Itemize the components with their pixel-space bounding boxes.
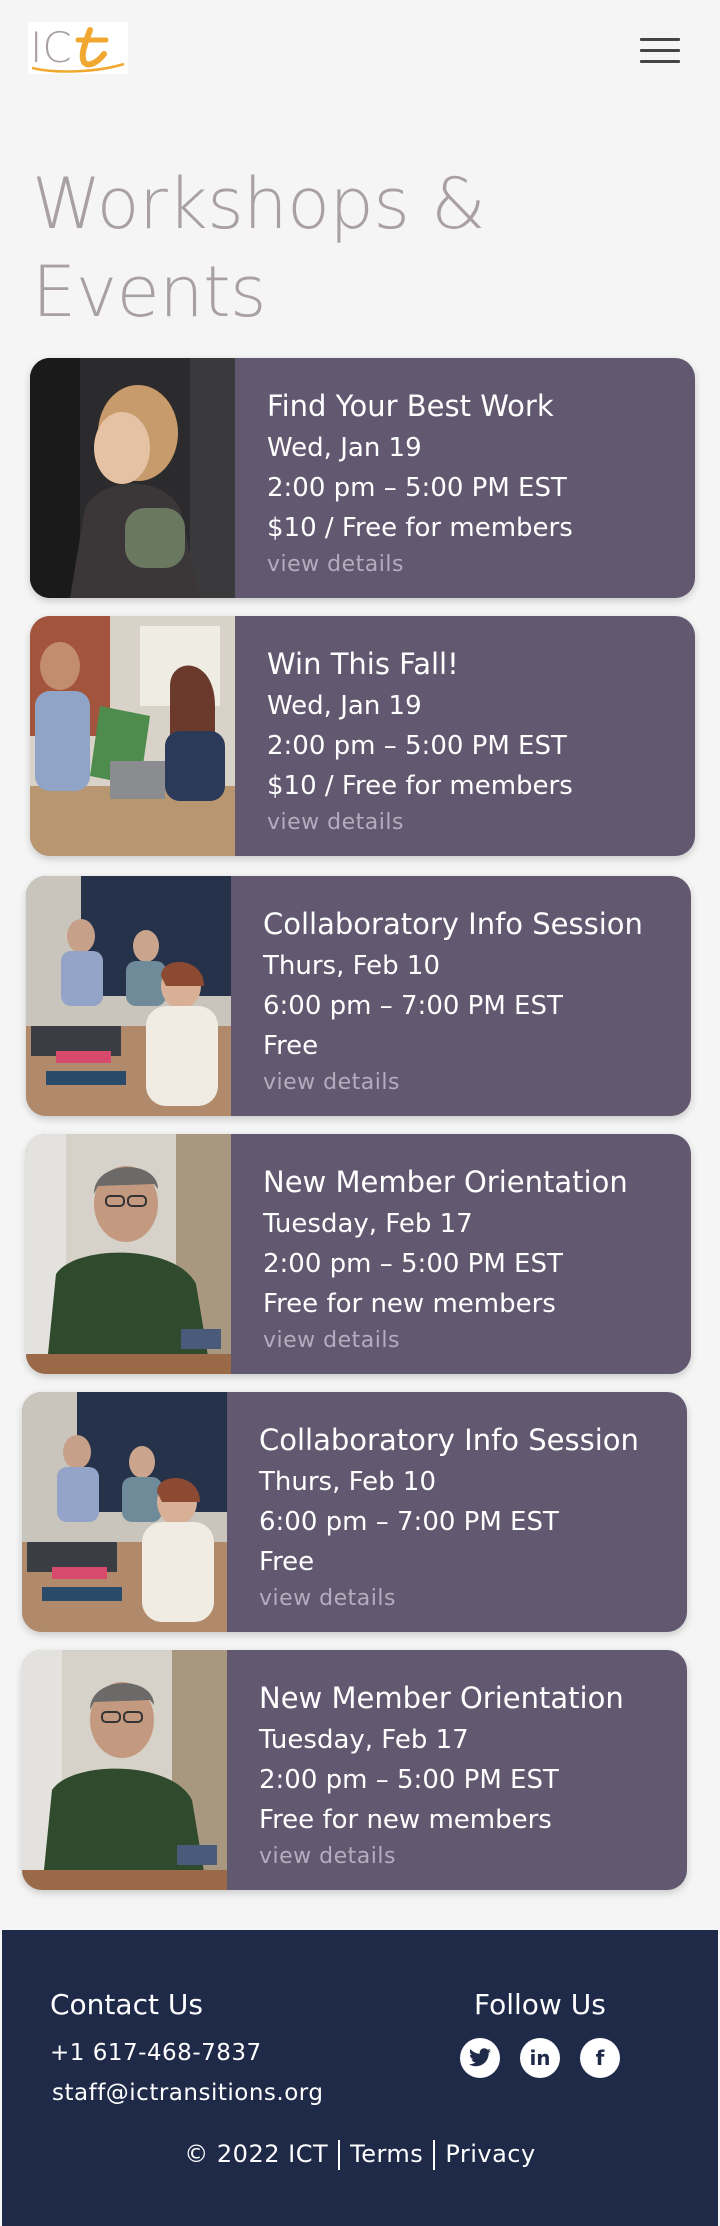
divider — [433, 2140, 436, 2170]
event-time: 2:00 pm – 5:00 PM EST — [267, 731, 567, 761]
event-card[interactable]: New Member Orientation Tuesday, Feb 17 2… — [22, 1650, 687, 1890]
event-photo — [22, 1392, 227, 1632]
event-date: Tuesday, Feb 17 — [263, 1209, 473, 1239]
event-title: Find Your Best Work — [267, 389, 554, 423]
event-photo — [22, 1650, 227, 1890]
copyright-text: © 2022 ICT — [184, 2140, 329, 2168]
event-date: Wed, Jan 19 — [267, 691, 422, 721]
event-time: 2:00 pm – 5:00 PM EST — [263, 1249, 563, 1279]
event-time: 6:00 pm – 7:00 PM EST — [259, 1507, 559, 1537]
event-date: Thurs, Feb 10 — [263, 951, 440, 981]
event-title: Collaboratory Info Session — [263, 907, 643, 941]
social-links: in f — [460, 2038, 620, 2078]
event-date: Wed, Jan 19 — [267, 433, 422, 463]
divider — [338, 2140, 341, 2170]
event-price: $10 / Free for members — [267, 513, 573, 543]
hamburger-icon[interactable] — [640, 30, 686, 70]
terms-link[interactable]: Terms — [350, 2140, 423, 2168]
page-title: Workshops & Events — [32, 163, 486, 333]
view-details-link[interactable]: view details — [267, 806, 573, 840]
view-details-link[interactable]: view details — [259, 1840, 624, 1874]
event-time: 6:00 pm – 7:00 PM EST — [263, 991, 563, 1021]
twitter-icon[interactable] — [460, 2038, 500, 2078]
view-details-link[interactable]: view details — [263, 1324, 628, 1358]
event-photo — [30, 616, 235, 856]
menu-bar — [640, 48, 680, 52]
view-details-link[interactable]: view details — [267, 548, 573, 582]
event-price: Free for new members — [263, 1289, 556, 1319]
event-date: Thurs, Feb 10 — [259, 1467, 436, 1497]
event-time: 2:00 pm – 5:00 PM EST — [267, 473, 567, 503]
event-card[interactable]: Collaboratory Info Session Thurs, Feb 10… — [26, 876, 691, 1116]
event-photo — [26, 1134, 231, 1374]
view-details-link[interactable]: view details — [263, 1066, 643, 1100]
event-card[interactable]: Collaboratory Info Session Thurs, Feb 10… — [22, 1392, 687, 1632]
event-title: Collaboratory Info Session — [259, 1423, 639, 1457]
twitter-bird-icon — [469, 2048, 491, 2067]
event-price: Free — [263, 1031, 319, 1061]
footer-bottom-links: © 2022 ICT Terms Privacy — [2, 2140, 718, 2170]
facebook-glyph: f — [595, 2046, 605, 2070]
facebook-icon[interactable]: f — [580, 2038, 620, 2078]
site-footer: Contact Us +1 617-468-7837 staff@ictrans… — [2, 1930, 718, 2226]
event-title: New Member Orientation — [259, 1681, 624, 1715]
event-price: Free — [259, 1547, 315, 1577]
privacy-link[interactable]: Privacy — [445, 2140, 535, 2168]
event-price: Free for new members — [259, 1805, 552, 1835]
event-card[interactable]: Win This Fall! Wed, Jan 19 2:00 pm – 5:0… — [30, 616, 695, 856]
contact-email[interactable]: staff@ictransitions.org — [52, 2080, 323, 2106]
menu-bar — [640, 37, 680, 41]
event-price: $10 / Free for members — [267, 771, 573, 801]
contact-title: Contact Us — [50, 1988, 203, 2021]
event-photo — [26, 876, 231, 1116]
linkedin-icon[interactable]: in — [520, 2038, 560, 2078]
event-date: Tuesday, Feb 17 — [259, 1725, 469, 1755]
event-photo — [30, 358, 235, 598]
view-details-link[interactable]: view details — [259, 1582, 639, 1616]
site-header: IC — [0, 0, 720, 110]
follow-title: Follow Us — [474, 1988, 606, 2021]
event-card[interactable]: Find Your Best Work Wed, Jan 19 2:00 pm … — [30, 358, 695, 598]
event-title: New Member Orientation — [263, 1165, 628, 1199]
event-title: Win This Fall! — [267, 647, 459, 681]
svg-text:IC: IC — [30, 23, 72, 72]
linkedin-glyph: in — [529, 2046, 551, 2070]
contact-phone[interactable]: +1 617-468-7837 — [50, 2040, 262, 2066]
ict-logo[interactable]: IC — [28, 22, 128, 74]
logo-mark: IC — [30, 23, 125, 73]
event-time: 2:00 pm – 5:00 PM EST — [259, 1765, 559, 1795]
event-card[interactable]: New Member Orientation Tuesday, Feb 17 2… — [26, 1134, 691, 1374]
menu-bar — [640, 59, 680, 63]
